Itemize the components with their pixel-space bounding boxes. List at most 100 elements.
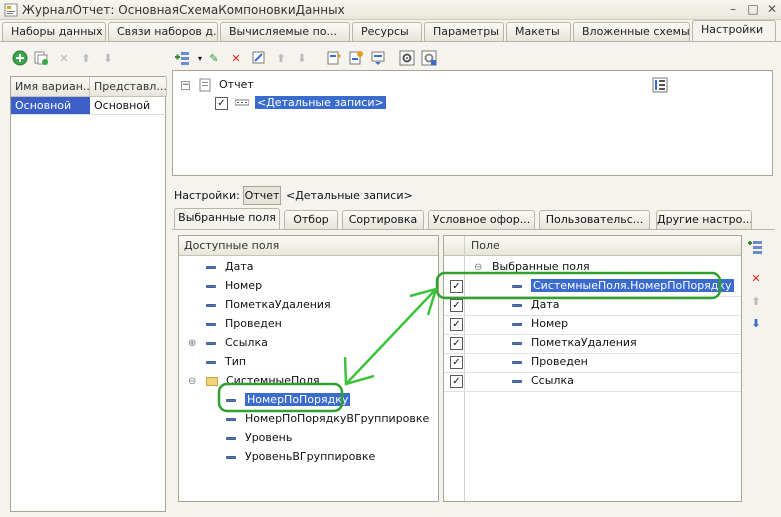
tab-conditional-appearance[interactable]: Условное офор... (428, 210, 535, 229)
field-icon (512, 303, 522, 307)
collapse-icon[interactable]: ⊖ (188, 373, 206, 391)
field-label: Дата (225, 260, 254, 273)
selected-field-deletion-mark[interactable]: ПометкаУдаления (512, 334, 637, 353)
settings-output-icon[interactable] (421, 50, 437, 66)
field-icon (226, 436, 236, 440)
selected-field-sequence-number[interactable]: СистемныеПоля.НомерПоПорядку (512, 277, 734, 296)
available-field-deletion-mark[interactable]: ПометкаУдаления (206, 296, 331, 315)
tab-settings[interactable]: Настройки (692, 20, 776, 42)
field-label: Дата (531, 298, 560, 311)
grouping-down-icon[interactable] (370, 50, 386, 66)
available-field-posted[interactable]: Проведен (206, 315, 282, 334)
wizard-icon[interactable] (251, 50, 267, 66)
available-field-system-fields[interactable]: ⊖ СистемныеПоля (188, 372, 320, 391)
field-label: СистемныеПоля.НомерПоПорядку (531, 279, 734, 292)
tab-nested-schemas[interactable]: Вложенные схемы (573, 22, 690, 41)
move-down-icon[interactable]: ⬇ (100, 50, 116, 66)
close-button[interactable]: ✕ (764, 2, 780, 17)
group-label: Выбранные поля (492, 260, 590, 273)
selected-field-number[interactable]: Номер (512, 315, 568, 334)
field-icon (512, 360, 522, 364)
tab-order[interactable]: Сортировка (342, 210, 424, 229)
available-fields-pane: Доступные поля Дата Номер ПометкаУдалени… (178, 235, 439, 502)
checkbox-checked[interactable]: ✓ (450, 299, 463, 312)
tab-other-settings[interactable]: Другие настро... (656, 210, 752, 229)
checkbox-checked[interactable]: ✓ (450, 375, 463, 388)
checkbox-checked[interactable]: ✓ (450, 318, 463, 331)
delete-field-icon[interactable]: ✕ (748, 270, 764, 286)
settings-report-button[interactable]: Отчет (243, 186, 281, 205)
tab-data-set-links[interactable]: Связи наборов д... (108, 22, 218, 41)
move-field-down-icon[interactable]: ⬇ (748, 315, 764, 331)
settings-label: Настройки: (174, 189, 240, 202)
tab-data-sets[interactable]: Наборы данных (2, 22, 106, 41)
move-down-icon[interactable]: ⬇ (294, 50, 310, 66)
settings-gear-icon[interactable] (399, 50, 415, 66)
checkbox-checked[interactable]: ✓ (215, 96, 228, 110)
window-title: ЖурналОтчет: ОсновнаяСхемаКомпоновкиДанн… (22, 3, 345, 17)
move-up-icon[interactable]: ⬆ (78, 50, 94, 66)
tab-user-fields[interactable]: Пользовательс... (539, 210, 650, 229)
subtabs-divider (172, 229, 775, 230)
copy-icon[interactable] (33, 50, 49, 66)
grouping-right-icon[interactable] (348, 50, 364, 66)
add-icon[interactable] (12, 50, 28, 66)
selected-field-date[interactable]: Дата (512, 296, 559, 315)
collapse-icon[interactable]: − (181, 80, 190, 90)
move-up-icon[interactable]: ⬆ (273, 50, 289, 66)
column-header-presentation[interactable]: Представл... (90, 77, 167, 97)
selected-fields-group[interactable]: ⊖ Выбранные поля (474, 258, 590, 277)
field-label: НомерПоПорядку (245, 393, 351, 406)
maximize-button[interactable]: □ (745, 2, 761, 17)
tab-resources[interactable]: Ресурсы (352, 22, 422, 41)
variants-toolbar: ✕ ⬆ ⬇ (6, 46, 168, 70)
field-label: Ссылка (531, 374, 574, 387)
report-schema-icon (4, 3, 18, 17)
available-field-sequence-number[interactable]: НомерПоПорядку (226, 391, 351, 410)
available-field-date[interactable]: Дата (206, 258, 253, 277)
available-field-level-in-group[interactable]: УровеньВГруппировке (226, 448, 375, 467)
tab-parameters[interactable]: Параметры (424, 22, 504, 41)
field-label: СистемныеПоля (226, 374, 320, 387)
collapse-icon[interactable]: ⊖ (474, 259, 492, 277)
field-label: ПометкаУдаления (225, 298, 331, 311)
checkbox-checked[interactable]: ✓ (450, 337, 463, 350)
variant-presentation-cell[interactable]: Основной (90, 97, 167, 115)
available-field-level[interactable]: Уровень (226, 429, 292, 448)
tabs-divider (0, 41, 781, 42)
column-layout-icon[interactable] (652, 77, 668, 93)
tab-layouts[interactable]: Макеты (506, 22, 571, 41)
minimize-button[interactable]: – (725, 2, 741, 17)
field-icon (206, 284, 216, 288)
delete-icon[interactable]: ✕ (56, 50, 72, 66)
tree-node-report[interactable]: − Отчет (181, 77, 254, 94)
settings-current-value: <Детальные записи> (286, 189, 413, 202)
selected-field-posted[interactable]: Проведен (512, 353, 588, 372)
move-field-up-icon[interactable]: ⬆ (748, 293, 764, 309)
column-header-name[interactable]: Имя вариан... (11, 77, 90, 97)
tab-selected-fields[interactable]: Выбранные поля (174, 208, 280, 230)
field-icon (512, 284, 522, 288)
delete-icon[interactable]: ✕ (228, 50, 244, 66)
tree-node-detail-records[interactable]: ✓ <Детальные записи> (215, 95, 386, 112)
available-field-sequence-in-group[interactable]: НомерПоПорядкуВГруппировке (226, 410, 429, 429)
add-field-icon[interactable] (748, 239, 764, 255)
field-label: Проведен (225, 317, 282, 330)
tab-filter[interactable]: Отбор (284, 210, 338, 229)
available-fields-header: Доступные поля (179, 236, 438, 256)
detail-records-icon (234, 99, 249, 106)
expand-icon[interactable]: ⊕ (188, 335, 206, 353)
selected-field-ref[interactable]: Ссылка (512, 372, 574, 391)
edit-icon[interactable]: ✎ (206, 50, 222, 66)
variant-name-cell[interactable]: Основной (11, 97, 90, 115)
grouping-up-icon[interactable] (326, 50, 342, 66)
checkbox-checked[interactable]: ✓ (450, 280, 463, 293)
available-field-number[interactable]: Номер (206, 277, 262, 296)
add-grouping-icon[interactable] (175, 50, 191, 66)
available-field-type[interactable]: Тип (206, 353, 246, 372)
tab-calculated-fields[interactable]: Вычисляемые по... (220, 22, 350, 41)
checkbox-checked[interactable]: ✓ (450, 356, 463, 369)
available-field-ref[interactable]: ⊕ Ссылка (188, 334, 268, 353)
field-label: Тип (225, 355, 247, 368)
field-label: Уровень (245, 431, 293, 444)
